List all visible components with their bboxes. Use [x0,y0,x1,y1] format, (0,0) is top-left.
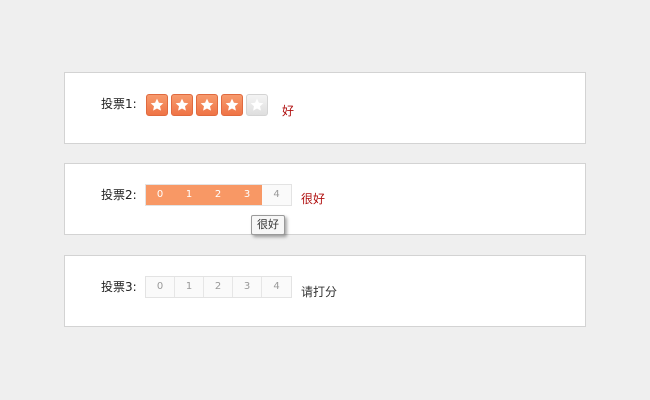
star-5[interactable] [246,94,268,116]
vote-3-status: 请打分 [301,285,338,299]
vote-2-score-3[interactable]: 3 [233,185,262,205]
vote-2-panel: 投票2: 01234 很好 很好 [64,163,586,235]
vote-2-label: 投票2: [101,188,137,202]
vote-3-score-1[interactable]: 1 [175,277,204,297]
number-rating-2: 01234 [145,184,292,206]
vote-3-label: 投票3: [101,280,137,294]
star-icon [250,98,264,111]
vote-3-score-4[interactable]: 4 [262,277,291,297]
star-1[interactable] [146,94,168,116]
vote-2-status: 很好 [301,192,326,206]
vote-2-score-2[interactable]: 2 [204,185,233,205]
vote-3-score-3[interactable]: 3 [233,277,262,297]
rating-tooltip: 很好 [251,215,285,235]
star-3[interactable] [196,94,218,116]
vote-2-score-1[interactable]: 1 [175,185,204,205]
vote-1-label: 投票1: [101,97,137,111]
vote-3-score-0[interactable]: 0 [146,277,175,297]
vote-1-panel: 投票1: 好 [64,72,586,144]
number-rating-3: 01234 [145,276,292,298]
star-icon [175,98,189,111]
star-rating [146,94,271,118]
star-icon [200,98,214,111]
vote-1-status: 好 [282,104,295,118]
vote-2-score-0[interactable]: 0 [146,185,175,205]
vote-3-score-2[interactable]: 2 [204,277,233,297]
star-icon [150,98,164,111]
star-4[interactable] [221,94,243,116]
vote-3-panel: 投票3: 01234 请打分 [64,255,586,327]
star-2[interactable] [171,94,193,116]
star-icon [225,98,239,111]
vote-2-score-4[interactable]: 4 [262,185,291,205]
